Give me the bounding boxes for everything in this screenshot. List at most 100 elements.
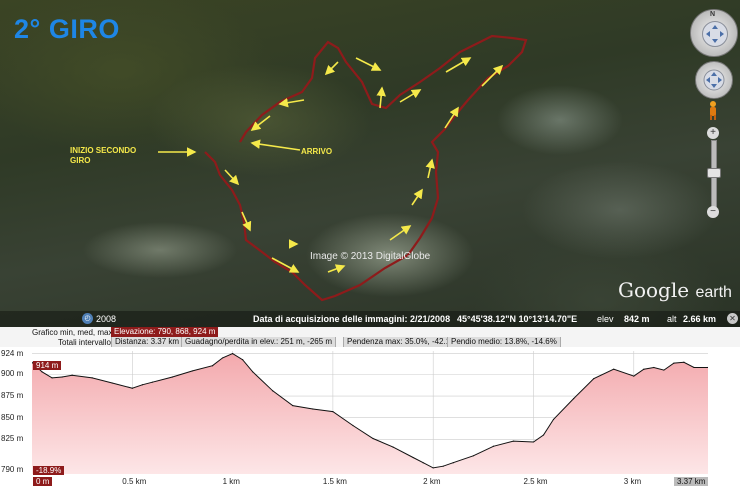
elevation-point [231,352,234,355]
y-tick-label: 825 m [1,434,24,444]
elevation-point [332,411,334,413]
elevation-profile-panel: Grafico min, med, max Elevazione: 790, 8… [0,327,740,487]
y-tick-label: 875 m [1,391,24,401]
elevation-point [171,376,174,378]
elevation-point [613,368,615,370]
profile-header: Grafico min, med, max Elevazione: 790, 8… [0,327,740,337]
elevation-point [663,369,665,371]
elevation-point [653,366,655,369]
start-label-line1: INIZIO SECONDO [70,146,137,155]
elevation-point [151,381,153,383]
compass-control[interactable]: N [690,9,738,57]
elevation-point [211,365,214,367]
elevation-chart[interactable] [32,351,708,474]
elevation-point [532,441,535,443]
elevation-point [242,359,244,361]
elevation-point [292,404,294,407]
elevation-point [51,377,53,379]
slope-max: Pendenza max: 35.0%, -42.1% [343,337,462,347]
arrow [444,106,459,129]
start-label: INIZIO SECONDO GIRO [70,146,136,166]
elevation-point [422,462,424,464]
altitude-label: alt [667,314,677,324]
elevation-point [352,424,354,427]
look-joystick[interactable] [702,21,728,47]
imagery-copyright: Image © 2013 DigitalGlobe [310,251,431,262]
elevation-point [252,371,254,373]
zoom-in-button[interactable]: + [707,127,719,139]
google-earth-logo: Google earth [618,278,732,302]
start-distance-badge: 0 m [33,477,53,486]
y-tick-label: 900 m [1,369,24,379]
arrow [481,64,504,87]
profile-totals: Totali intervallo Distanza: 3.37 km Guad… [0,337,740,347]
elevation-point [552,418,555,421]
start-label-line2: GIRO [70,156,91,165]
elevation-point [221,357,224,359]
cursor-coordinates: 45°45'38.12"N 10°13'14.70"E [457,314,578,324]
arrow [324,61,339,76]
arrow [355,57,382,71]
x-tick-label: 0.5 km [122,477,147,486]
arrow [224,169,240,186]
elevation-point [673,362,675,364]
elevation-point [71,374,73,376]
slope-badge: -18.9% [33,466,65,475]
x-tick-label: 1 km [222,477,240,486]
close-profile-icon[interactable]: ✕ [727,313,738,324]
elevation-point [312,408,314,410]
elevation-point [693,366,695,369]
elevation-point [633,375,635,377]
elevation-point [61,376,63,378]
x-tick-label: 3 km [623,477,642,486]
totals-label: Totali intervallo [58,338,111,347]
elevation-point [442,465,444,467]
arrow [327,264,346,274]
pan-arrows-icon [703,69,725,91]
elevation-point [131,387,133,389]
logo-word-google: Google [618,278,690,302]
elevation-point [91,377,93,379]
elevation-area [32,353,708,474]
arrow [376,86,386,109]
elevation-point [412,456,414,459]
zoom-slider-thumb[interactable] [707,168,721,178]
elevation-point [492,445,494,447]
elevation-point [111,382,113,384]
street-view-pegman-icon[interactable] [707,100,719,120]
arrow [250,139,301,151]
y-tick-label: 850 m [1,412,24,422]
distance-total: Distanza: 3.37 km [111,337,184,347]
historical-imagery-icon[interactable]: ◴ [82,313,93,324]
max-elevation-badge: 914 m [33,361,62,370]
y-tick-label: 924 m [1,348,24,358]
look-arrows-icon [706,25,724,43]
elevation-point [573,398,575,400]
north-indicator: N [710,11,716,18]
elevation-summary[interactable]: Elevazione: 790, 868, 924 m [111,327,219,337]
elevation-point [41,371,43,373]
x-tick-label: 1.5 km [322,477,347,486]
end-distance-badge: 3.37 km [674,477,709,486]
arrow [271,257,300,273]
elevation-point [683,361,685,363]
zoom-out-button[interactable]: − [707,206,719,218]
logo-word-earth: earth [695,284,732,301]
slope-average: Pendio medio: 13.8%, -14.6% [447,337,561,347]
finish-label: ARRIVO [301,147,333,156]
y-tick-label: 790 m [1,464,24,474]
elevation-point [272,390,274,392]
x-tick-label: 2.5 km [523,477,548,486]
map-title: 2° GIRO [14,14,120,44]
gain-loss-total: Guadagno/perdita in elev.: 251 m, -265 m [181,337,337,347]
elevation-point [392,446,394,448]
x-tick-label: 2 km [423,477,441,486]
pan-joystick[interactable] [695,61,733,99]
elevation-point [452,462,454,464]
elevation-point [542,434,545,436]
elevation-point [512,440,515,442]
elevation-point [593,378,595,380]
status-bar: ◴ 2008 Data di acquisizione delle immagi… [0,311,740,327]
elevation-label: elev [597,314,614,324]
map-view[interactable]: 2° GIRO INIZIO SECONDO GIRO ARRIVO Image… [0,0,740,327]
